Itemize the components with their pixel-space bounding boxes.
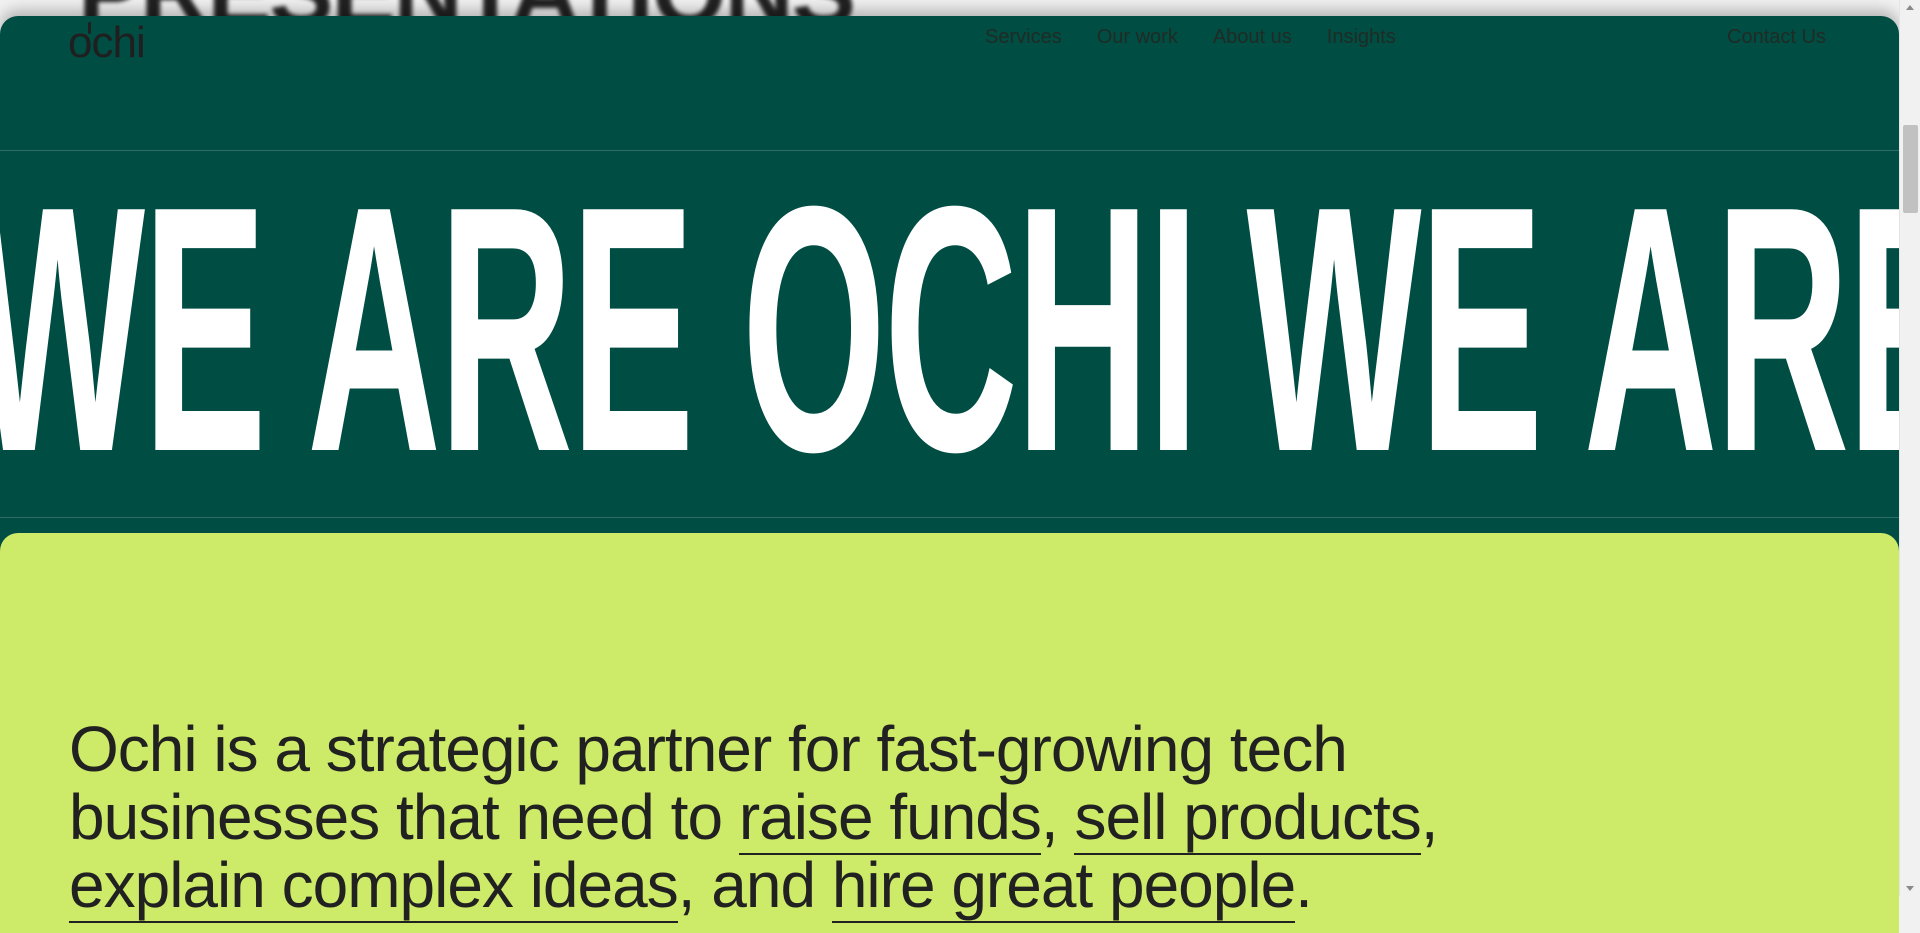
nav-item-about-us[interactable]: About us bbox=[1213, 26, 1292, 49]
contact-us-link[interactable]: Contact Us bbox=[1727, 26, 1826, 49]
hero-marquee-section: ochi Services Our work About us Insights… bbox=[0, 16, 1899, 576]
about-statement: Ochi is a strategic partner for fast-gro… bbox=[69, 715, 1629, 923]
nav-links: Services Our work About us Insights bbox=[985, 26, 1396, 49]
page-scrollbar[interactable] bbox=[1899, 0, 1920, 896]
nav-item-services[interactable]: Services bbox=[985, 26, 1062, 49]
nav-item-our-work[interactable]: Our work bbox=[1097, 26, 1178, 49]
scroll-down-arrow-icon[interactable] bbox=[1906, 886, 1914, 891]
scroll-up-arrow-icon[interactable] bbox=[1906, 5, 1914, 10]
about-end-period: . bbox=[1295, 849, 1313, 921]
about-separator: , bbox=[1420, 781, 1439, 853]
link-raise-funds[interactable]: raise funds bbox=[738, 781, 1042, 855]
scroll-thumb[interactable] bbox=[1903, 125, 1918, 213]
about-separator: , bbox=[1040, 781, 1075, 853]
link-sell-products[interactable]: sell products bbox=[1074, 781, 1422, 855]
logo-accent-mark bbox=[88, 22, 91, 34]
link-hire-great-people[interactable]: hire great people bbox=[831, 849, 1296, 923]
navbar: ochi Services Our work About us Insights… bbox=[0, 16, 1899, 76]
link-explain-complex-ideas[interactable]: explain complex ideas bbox=[69, 849, 679, 923]
marquee-text: WE ARE OCHI WE ARE OCHI bbox=[0, 150, 1899, 518]
about-section: Ochi is a strategic partner for fast-gro… bbox=[0, 533, 1899, 933]
nav-item-insights[interactable]: Insights bbox=[1327, 26, 1396, 49]
ochi-logo[interactable]: ochi bbox=[68, 21, 146, 65]
marquee-band: WE ARE OCHI WE ARE OCHI bbox=[0, 150, 1899, 518]
about-separator: , and bbox=[677, 849, 832, 921]
